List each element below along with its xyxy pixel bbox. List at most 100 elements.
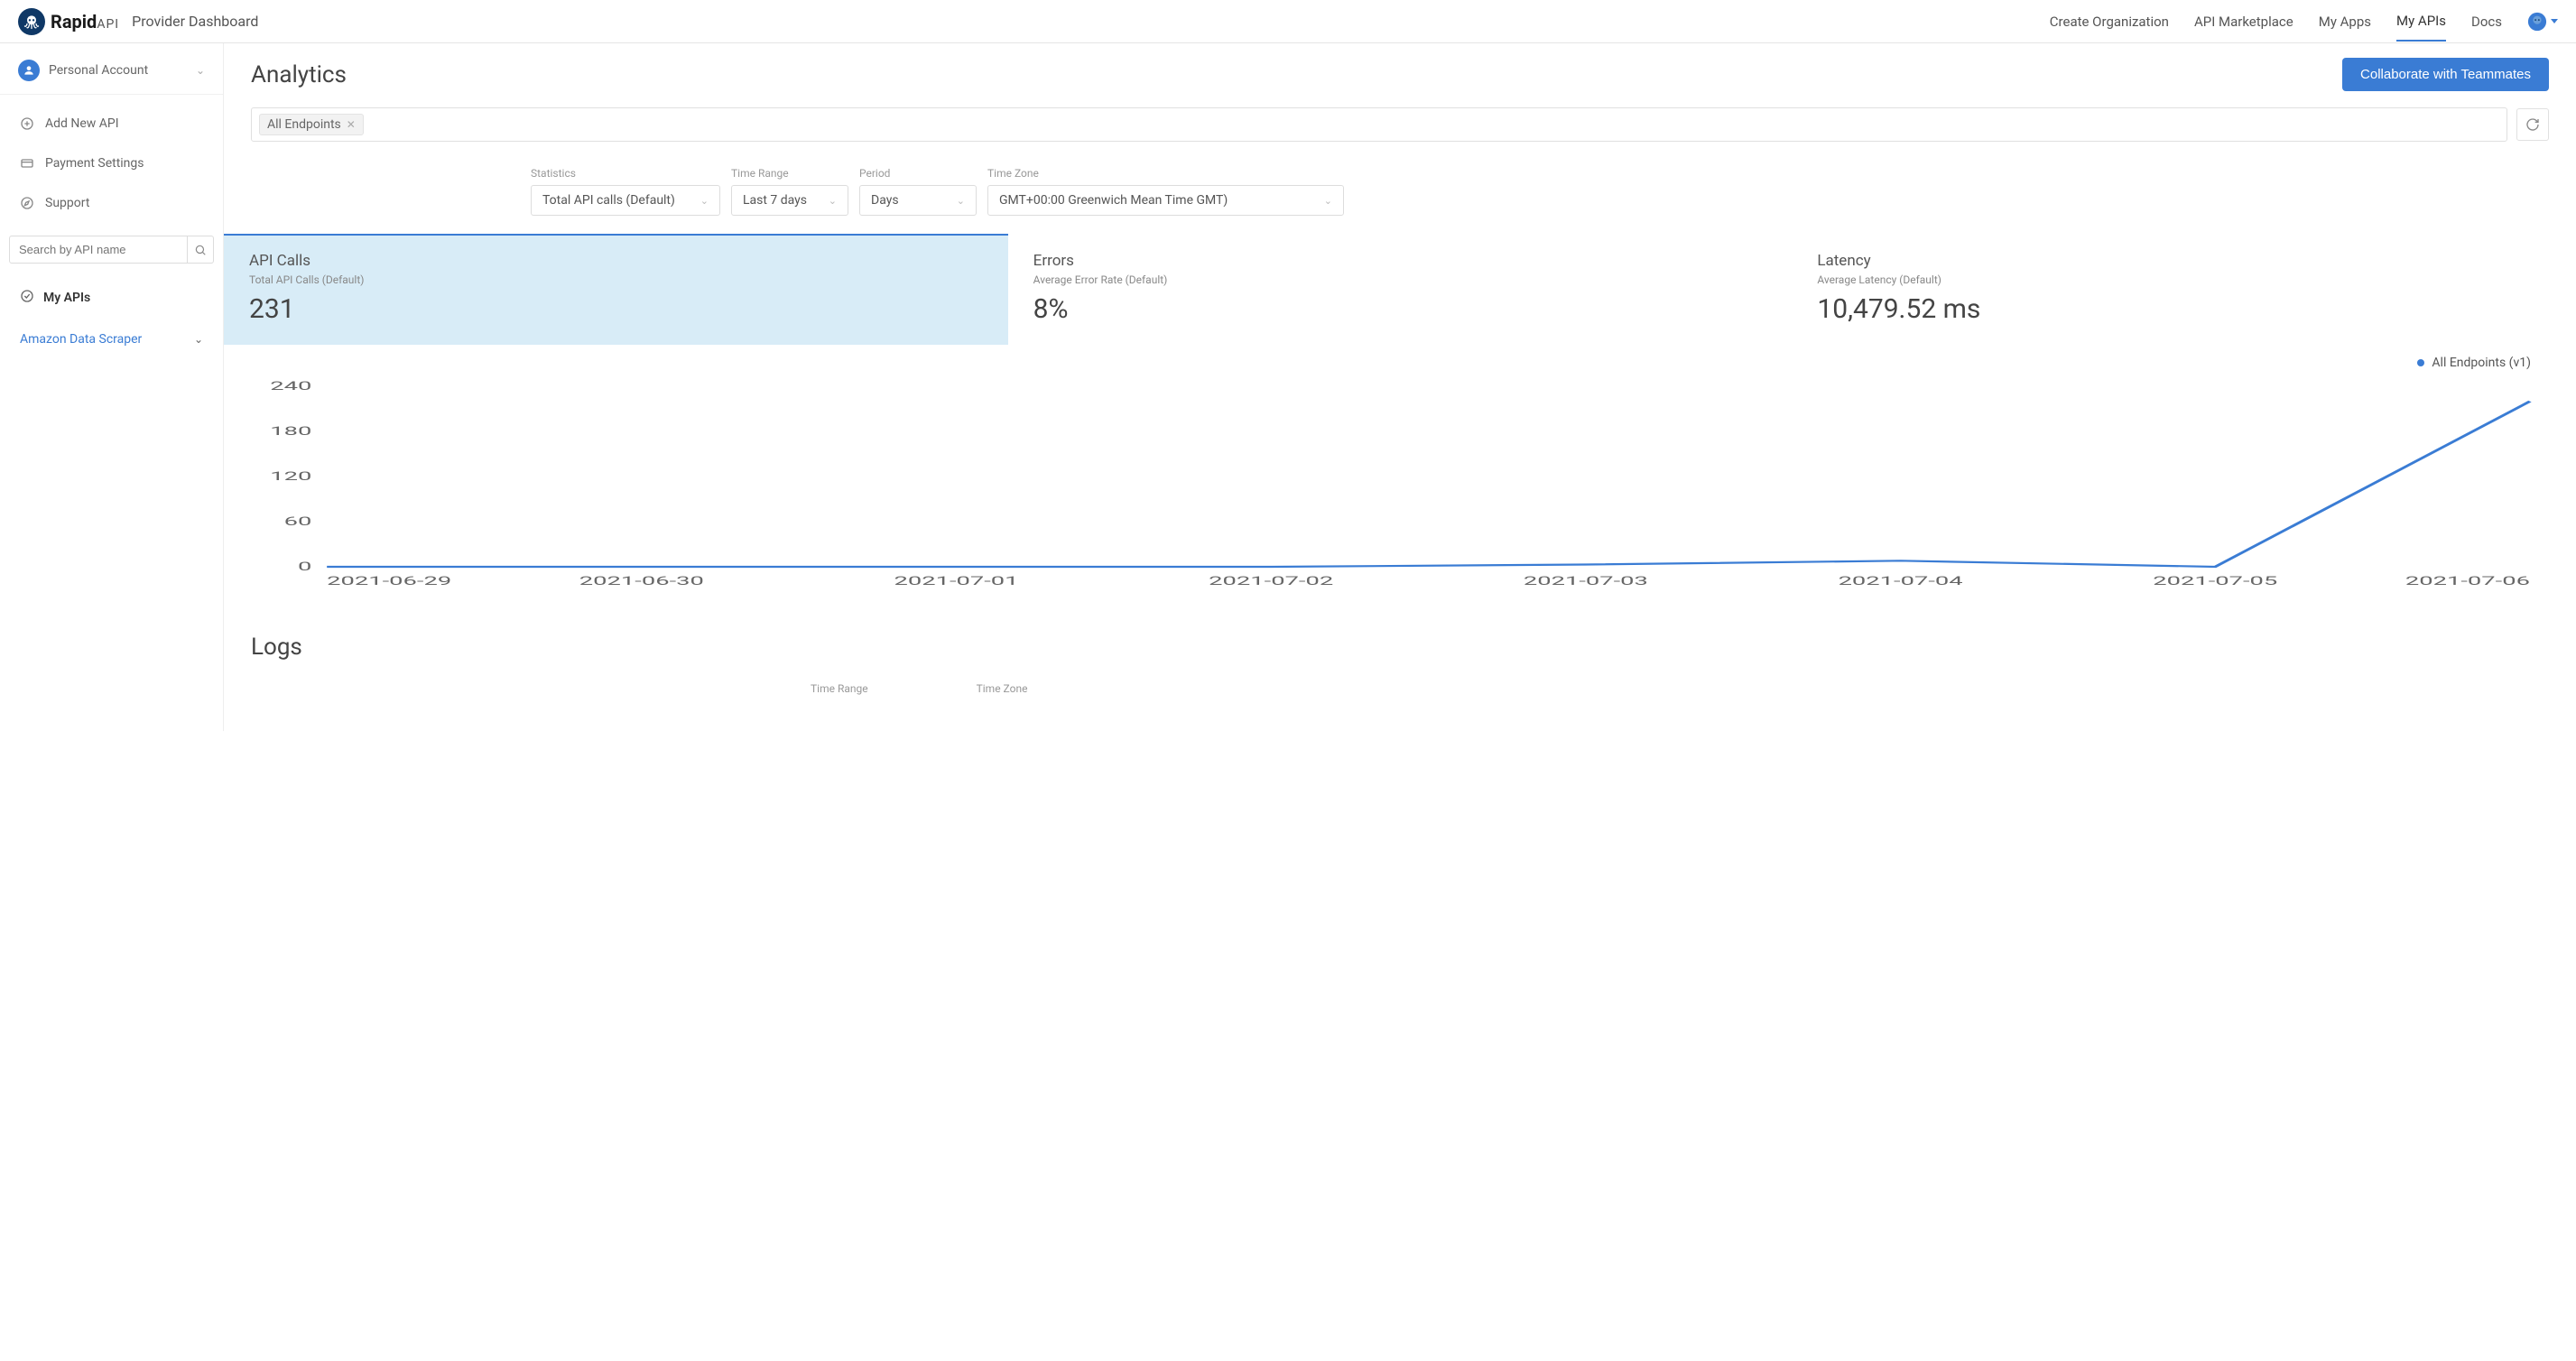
- logs-timezone-label: Time Zone: [977, 682, 1028, 695]
- header-nav: Create Organization API Marketplace My A…: [2050, 2, 2558, 42]
- statistics-select[interactable]: Total API calls (Default) ⌄: [531, 185, 720, 216]
- chevron-down-icon: ⌄: [194, 333, 203, 346]
- main-content: Analytics Collaborate with Teammates All…: [224, 43, 2576, 731]
- control-timerange: Time Range Last 7 days ⌄: [731, 167, 848, 216]
- chevron-down-icon: ⌄: [1324, 195, 1332, 207]
- close-icon[interactable]: ✕: [347, 118, 356, 131]
- legend-dot-icon: [2417, 359, 2424, 366]
- control-label: Time Zone: [987, 167, 1344, 180]
- chevron-down-icon: ⌄: [196, 64, 205, 77]
- control-label: Time Range: [731, 167, 848, 180]
- sidebar-api-item[interactable]: Amazon Data Scraper ⌄: [0, 319, 223, 359]
- svg-text:240: 240: [270, 379, 311, 393]
- sidebar-item-add-api[interactable]: Add New API: [0, 104, 223, 144]
- endpoint-filter-input[interactable]: All Endpoints ✕: [251, 107, 2507, 142]
- person-icon: [18, 60, 40, 81]
- stat-value: 10,479.52 ms: [1817, 293, 2551, 325]
- page-header: Analytics Collaborate with Teammates: [251, 58, 2549, 91]
- control-label: Statistics: [531, 167, 720, 180]
- stat-value: 8%: [1033, 293, 1767, 325]
- credit-card-icon: [20, 156, 34, 171]
- stat-card-api-calls[interactable]: API Calls Total API Calls (Default) 231: [224, 234, 1008, 345]
- filter-chip: All Endpoints ✕: [259, 114, 364, 135]
- account-selector[interactable]: Personal Account ⌄: [0, 52, 223, 95]
- collaborate-button[interactable]: Collaborate with Teammates: [2342, 58, 2549, 91]
- stat-subtitle: Average Error Rate (Default): [1033, 273, 1767, 286]
- chart-controls: Statistics Total API calls (Default) ⌄ T…: [251, 167, 2549, 216]
- control-label: Period: [859, 167, 977, 180]
- sidebar-search: [0, 223, 223, 276]
- refresh-icon: [2525, 117, 2540, 132]
- brand-text: RapidAPI: [51, 11, 119, 32]
- compass-icon: [20, 196, 34, 210]
- sidebar-heading-my-apis: My APIs: [0, 276, 223, 319]
- user-menu-button[interactable]: [2527, 12, 2558, 32]
- nav-create-org[interactable]: Create Organization: [2050, 3, 2169, 41]
- check-circle-icon: [20, 289, 34, 307]
- header-left: RapidAPI Provider Dashboard: [18, 8, 258, 35]
- svg-text:2021-07-06: 2021-07-06: [2405, 574, 2530, 588]
- api-search-input[interactable]: [9, 236, 188, 264]
- svg-text:2021-06-30: 2021-06-30: [579, 574, 704, 588]
- stat-title: Errors: [1033, 252, 1767, 270]
- select-value: Days: [871, 193, 899, 208]
- stat-title: API Calls: [249, 252, 983, 270]
- logs-timerange-label: Time Range: [811, 682, 868, 695]
- sidebar-item-label: Add New API: [45, 116, 119, 131]
- sidebar-api-label: Amazon Data Scraper: [20, 332, 142, 347]
- svg-text:2021-06-29: 2021-06-29: [327, 574, 451, 588]
- stat-card-latency[interactable]: Latency Average Latency (Default) 10,479…: [1792, 234, 2576, 345]
- endpoint-filter-row: All Endpoints ✕: [251, 107, 2549, 142]
- sidebar-item-label: Payment Settings: [45, 156, 144, 171]
- svg-text:180: 180: [270, 424, 311, 438]
- svg-text:0: 0: [298, 560, 311, 573]
- stat-title: Latency: [1817, 252, 2551, 270]
- timezone-select[interactable]: GMT+00:00 Greenwich Mean Time GMT) ⌄: [987, 185, 1344, 216]
- svg-text:2021-07-04: 2021-07-04: [1839, 574, 1963, 588]
- nav-my-apis[interactable]: My APIs: [2396, 2, 2446, 42]
- brand-logo[interactable]: RapidAPI: [18, 8, 119, 35]
- stat-subtitle: Average Latency (Default): [1817, 273, 2551, 286]
- svg-text:2021-07-05: 2021-07-05: [2153, 574, 2277, 588]
- account-label: Personal Account: [49, 63, 187, 78]
- search-button[interactable]: [188, 236, 214, 264]
- stat-card-errors[interactable]: Errors Average Error Rate (Default) 8%: [1008, 234, 1793, 345]
- logs-title: Logs: [251, 634, 2549, 661]
- select-value: Last 7 days: [743, 193, 807, 208]
- stat-subtitle: Total API Calls (Default): [249, 273, 983, 286]
- refresh-button[interactable]: [2516, 108, 2549, 141]
- svg-text:2021-07-01: 2021-07-01: [894, 574, 1019, 588]
- sidebar-item-payment[interactable]: Payment Settings: [0, 144, 223, 183]
- svg-text:2021-07-02: 2021-07-02: [1209, 574, 1333, 588]
- stat-cards: API Calls Total API Calls (Default) 231 …: [224, 234, 2576, 345]
- select-value: GMT+00:00 Greenwich Mean Time GMT): [999, 193, 1228, 208]
- chevron-down-icon: ⌄: [957, 195, 965, 207]
- nav-api-marketplace[interactable]: API Marketplace: [2194, 3, 2293, 41]
- chevron-down-icon: ⌄: [700, 195, 709, 207]
- plus-circle-icon: [20, 116, 34, 131]
- control-timezone: Time Zone GMT+00:00 Greenwich Mean Time …: [987, 167, 1344, 216]
- dashboard-title: Provider Dashboard: [132, 13, 258, 30]
- sidebar-item-label: Support: [45, 196, 89, 210]
- legend-label: All Endpoints (v1): [2432, 356, 2531, 370]
- filter-chip-label: All Endpoints: [267, 117, 341, 132]
- logs-controls: Time Range Time Zone: [251, 682, 2549, 695]
- chart-legend: All Endpoints (v1): [251, 356, 2531, 370]
- svg-text:60: 60: [284, 514, 312, 528]
- control-period: Period Days ⌄: [859, 167, 977, 216]
- rapidapi-octopus-icon: [18, 8, 45, 35]
- search-icon: [194, 244, 207, 256]
- select-value: Total API calls (Default): [542, 193, 675, 208]
- timerange-select[interactable]: Last 7 days ⌄: [731, 185, 848, 216]
- chart-wrap: All Endpoints (v1) 0601201802402021-06-2…: [251, 356, 2549, 597]
- svg-text:2021-07-03: 2021-07-03: [1524, 574, 1648, 588]
- sidebar-heading-label: My APIs: [43, 291, 90, 305]
- user-octopus-icon: [2527, 12, 2547, 32]
- sidebar: Personal Account ⌄ Add New API Payment S…: [0, 43, 224, 731]
- page-title: Analytics: [251, 61, 347, 88]
- nav-my-apps[interactable]: My Apps: [2319, 3, 2371, 41]
- sidebar-item-support[interactable]: Support: [0, 183, 223, 223]
- nav-docs[interactable]: Docs: [2471, 3, 2502, 41]
- top-header: RapidAPI Provider Dashboard Create Organ…: [0, 0, 2576, 43]
- period-select[interactable]: Days ⌄: [859, 185, 977, 216]
